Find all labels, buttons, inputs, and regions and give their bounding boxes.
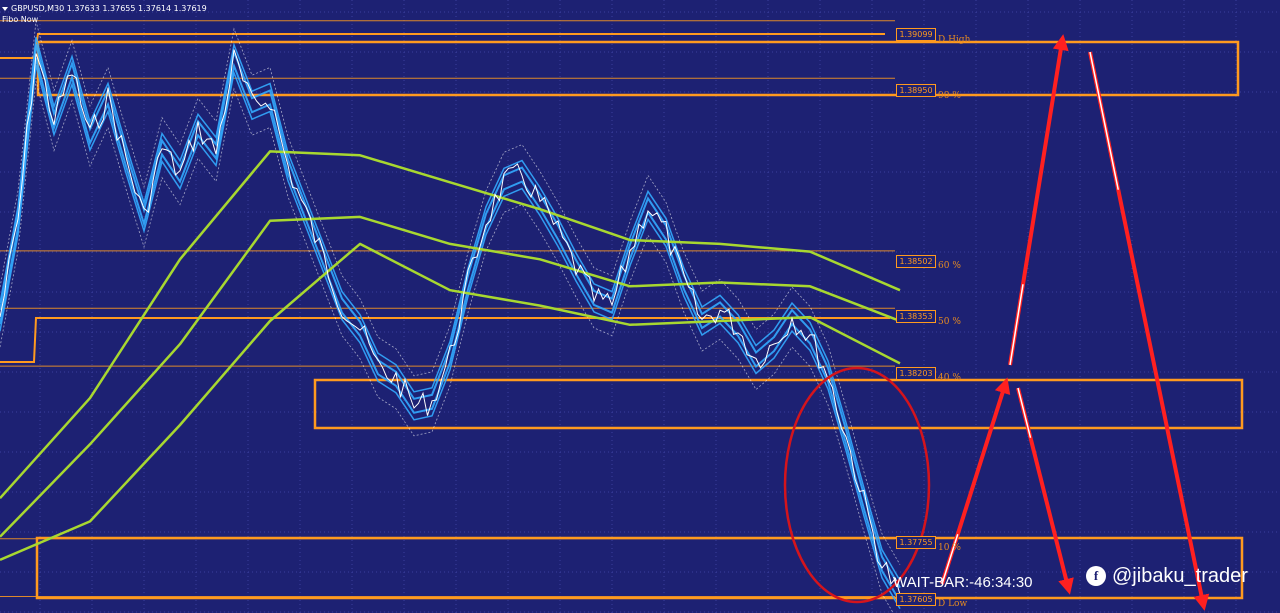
fibo-high-step <box>0 33 885 59</box>
fibo-level-label: 10 % <box>938 543 961 553</box>
fibo-price-label: 1.38203 <box>896 367 936 380</box>
envelope-band-line <box>0 43 901 589</box>
fibo-price-label: 1.39099 <box>896 28 936 41</box>
outer-envelope-line <box>0 21 901 565</box>
fibo-levels <box>0 20 895 598</box>
fibo-price-label: 1.38353 <box>896 310 936 323</box>
moving-average-line <box>0 242 901 562</box>
indicator-name: Fibo Now <box>2 15 39 24</box>
brand-logo-icon: f <box>1086 566 1106 586</box>
watermark: f @jibaku_trader <box>1086 564 1248 588</box>
price-series <box>0 49 901 595</box>
envelope-band-line <box>0 37 901 581</box>
fibo-level-label: 90 % <box>938 91 961 101</box>
fibo-level-label: 60 % <box>938 261 961 271</box>
chart-grid <box>0 0 1280 613</box>
annotations <box>783 34 1210 611</box>
fibo-level-label: 40 % <box>938 373 961 383</box>
fibo-price-label: 1.37755 <box>896 536 936 549</box>
fibo-price-label: 1.37605 <box>896 593 936 606</box>
fibo-price-label: 1.38502 <box>896 255 936 268</box>
price-line <box>0 49 901 595</box>
fibo-level-label: D High <box>938 35 971 45</box>
fibo-zones <box>0 33 1244 600</box>
price-chart[interactable] <box>0 0 1280 613</box>
symbol-header: GBPUSD,M30 1.37633 1.37655 1.37614 1.376… <box>2 4 207 14</box>
fibo-zone-box <box>313 378 1244 430</box>
moving-averages <box>0 150 901 562</box>
watermark-handle: @jibaku_trader <box>1112 565 1248 587</box>
symbol-line: GBPUSD,M30 1.37633 1.37655 1.37614 1.376… <box>11 4 207 13</box>
annotation-arrow-tail <box>1009 284 1024 366</box>
annotation-arrow-tail <box>1089 51 1119 190</box>
fibo-level-label: 50 % <box>938 317 961 327</box>
moving-average-line <box>0 215 901 538</box>
fibo-price-label: 1.38950 <box>896 84 936 97</box>
annotation-arrow-tail <box>1017 387 1032 438</box>
collapse-arrow-icon[interactable] <box>2 6 8 11</box>
fibo-level-label: D Low <box>938 599 968 609</box>
wait-bar-timer: WAIT-BAR:-46:34:30 <box>893 574 1033 591</box>
